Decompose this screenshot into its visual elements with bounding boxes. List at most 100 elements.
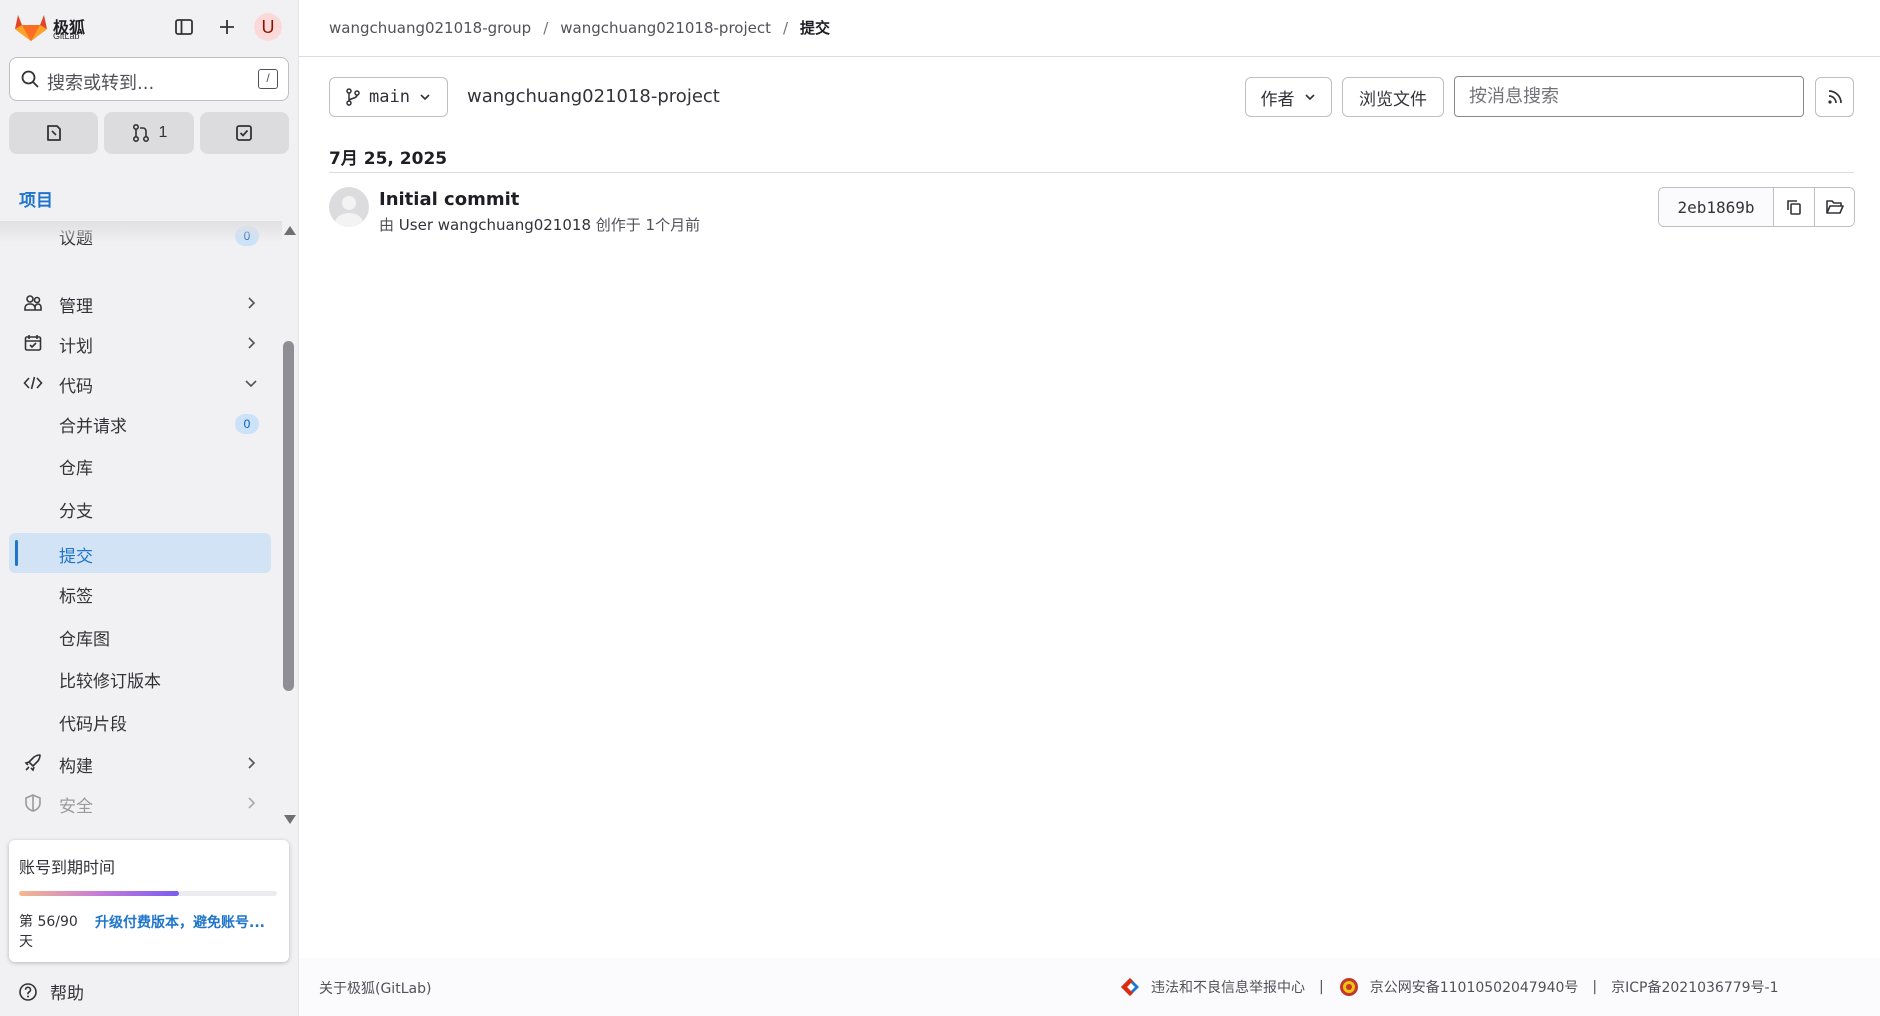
icp-registration-link[interactable]: 京ICP备2021036779号-1	[1611, 977, 1778, 997]
breadcrumb-separator: /	[543, 18, 549, 37]
sidebar-nav: 议题 0 管理 计划 代码 合并请求 0 仓库 分支 提交 标签 仓库图 比较修…	[0, 221, 282, 829]
sidebar-item-tags[interactable]: 标签	[9, 573, 271, 613]
calendar-icon	[23, 333, 43, 353]
merge-requests-badge: 0	[235, 414, 259, 434]
chevron-right-icon	[248, 797, 256, 809]
commit-author-avatar[interactable]	[329, 187, 369, 227]
todos-counter-button[interactable]	[199, 112, 289, 154]
chevron-right-icon	[248, 297, 256, 309]
sidebar-item-label: 合并请求	[59, 417, 127, 437]
sidebar-item-label: 标签	[59, 587, 93, 607]
chevron-down-icon	[1304, 94, 1315, 101]
sidebar-item-manage[interactable]: 管理	[9, 283, 271, 323]
sidebar-toggle-button[interactable]	[170, 13, 198, 41]
branch-selector-button[interactable]: main	[329, 77, 448, 117]
trial-progress-fill	[19, 891, 179, 896]
footer-links: 违法和不良信息举报中心 | 京公网安备11010502047940号 | 京IC…	[1119, 976, 1779, 998]
sidebar-header: 极狐 GitLab U	[0, 0, 299, 56]
sidebar-item-issues[interactable]: 议题 0	[9, 221, 271, 255]
issues-counter-button[interactable]	[9, 112, 99, 154]
about-link[interactable]: 关于极狐(GitLab)	[319, 978, 431, 998]
sidebar-item-compare-revisions[interactable]: 比较修订版本	[9, 658, 271, 698]
report-center-icon	[1121, 978, 1139, 996]
breadcrumb-separator: /	[782, 18, 789, 37]
search-shortcut-key: /	[258, 69, 278, 89]
sidebar-item-label: 管理	[59, 297, 93, 317]
scroll-up-arrow-icon[interactable]	[284, 226, 296, 235]
breadcrumb-group[interactable]: wangchuang021018-group	[329, 19, 531, 37]
sidebar-item-snippets[interactable]: 代码片段	[9, 701, 271, 741]
rss-feed-button[interactable]	[1815, 77, 1854, 117]
sidebar-item-code[interactable]: 代码	[9, 363, 271, 403]
upgrade-link[interactable]: 升级付费版本，避免账号...	[95, 912, 281, 932]
sidebar-item-label: 仓库图	[59, 630, 110, 650]
date-divider	[329, 172, 1854, 173]
help-button[interactable]: 帮助	[18, 979, 84, 1004]
sidebar-item-build[interactable]: 构建	[9, 743, 271, 783]
sidebar-item-repository-graph[interactable]: 仓库图	[9, 616, 271, 656]
sidebar-section-title[interactable]: 项目	[19, 186, 53, 211]
commit-message-search-input[interactable]	[1454, 76, 1804, 117]
breadcrumb-current[interactable]: 提交	[800, 17, 830, 38]
browse-files-button[interactable]: 浏览文件	[1342, 77, 1444, 117]
create-new-button[interactable]	[213, 13, 241, 41]
help-label: 帮助	[50, 984, 84, 1004]
commit-sha-link[interactable]: 2eb1869b	[1659, 188, 1774, 226]
branch-icon	[346, 88, 360, 106]
project-path[interactable]: wangchuang021018-project	[467, 86, 720, 107]
search-placeholder: 搜索或转到...	[47, 73, 155, 94]
sidebar-item-label: 提交	[59, 547, 93, 567]
commit-title-link[interactable]: Initial commit	[379, 189, 519, 210]
browse-commit-files-button[interactable]	[1814, 188, 1854, 226]
sidebar-item-label: 代码	[59, 377, 93, 397]
sidebar-toggle-icon	[175, 19, 193, 35]
sidebar-item-repository[interactable]: 仓库	[9, 445, 271, 485]
search-input[interactable]: 搜索或转到... /	[9, 57, 289, 101]
gitlab-logo-icon[interactable]	[14, 12, 48, 42]
shield-icon	[23, 793, 43, 813]
author-filter-label: 作者	[1260, 89, 1295, 110]
sidebar-item-label: 构建	[59, 757, 93, 777]
user-avatar[interactable]: U	[254, 13, 282, 41]
sidebar-item-branches[interactable]: 分支	[9, 488, 271, 528]
branch-name: main	[369, 87, 410, 107]
scrollbar-thumb[interactable]	[283, 341, 294, 691]
merge-requests-count: 1	[158, 124, 168, 141]
copy-sha-button[interactable]	[1774, 188, 1814, 226]
sidebar-item-commits[interactable]: 提交	[9, 533, 271, 573]
trial-status-widget[interactable]: 账号到期时间 第 56/90 天 升级付费版本，避免账号...	[9, 840, 289, 962]
footer-separator: |	[1319, 979, 1324, 995]
sidebar-scrollbar[interactable]	[282, 221, 296, 829]
default-avatar-icon	[335, 196, 363, 227]
sidebar-item-label: 比较修订版本	[59, 672, 161, 692]
report-center-link[interactable]: 违法和不良信息举报中心	[1151, 977, 1305, 997]
trial-title: 账号到期时间	[19, 858, 116, 877]
issues-icon	[46, 125, 61, 141]
browse-files-label: 浏览文件	[1359, 89, 1427, 110]
commit-meta-suffix: 创作于 1个月前	[595, 216, 701, 234]
breadcrumb-project[interactable]: wangchuang021018-project	[560, 19, 771, 37]
sidebar-item-merge-requests[interactable]: 合并请求 0	[9, 403, 271, 443]
sidebar-item-label: 安全	[59, 797, 93, 817]
sidebar-item-label: 代码片段	[59, 715, 127, 735]
police-registration-link[interactable]: 京公网安备11010502047940号	[1370, 977, 1579, 997]
merge-requests-counter-button[interactable]: 1	[104, 112, 194, 154]
merge-request-icon	[132, 123, 149, 143]
sidebar-item-security[interactable]: 安全	[9, 783, 271, 823]
header-divider	[299, 56, 1880, 57]
sidebar-item-label: 分支	[59, 502, 93, 522]
chevron-right-icon	[248, 757, 256, 769]
commit-author-link[interactable]: User wangchuang021018	[399, 216, 591, 234]
scroll-down-arrow-icon[interactable]	[284, 815, 296, 824]
folder-open-icon	[1825, 200, 1844, 214]
brand-sub: GitLab	[53, 31, 80, 41]
author-filter-dropdown[interactable]: 作者	[1245, 77, 1332, 117]
chevron-down-icon	[420, 94, 430, 101]
search-icon	[21, 70, 39, 88]
user-counters: 1	[9, 112, 289, 154]
sidebar: 极狐 GitLab U 搜索或转到... / 1 项目 议题 0 管理 计划 代…	[0, 0, 299, 1016]
sidebar-item-plan[interactable]: 计划	[9, 323, 271, 363]
rss-icon	[1827, 90, 1842, 104]
police-badge-icon	[1339, 978, 1358, 996]
commit-meta-prefix: 由	[379, 216, 395, 234]
